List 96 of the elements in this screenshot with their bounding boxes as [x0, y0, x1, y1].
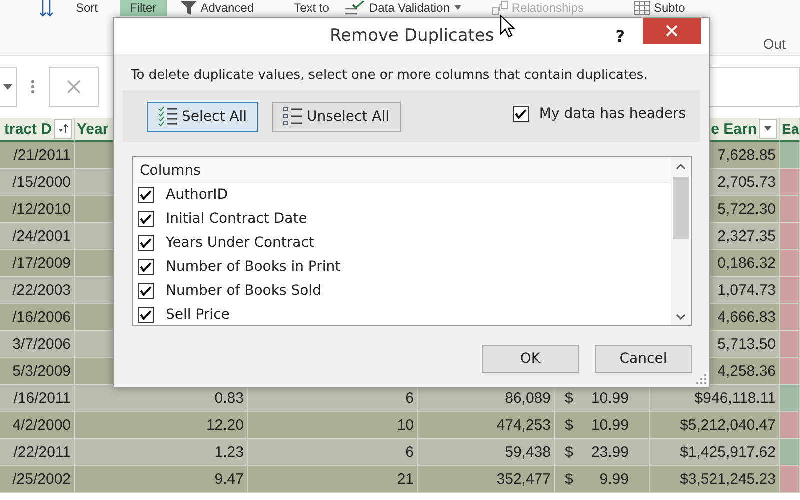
filter-button[interactable]: Filter	[120, 0, 167, 16]
table-cell: 3/7/2006	[0, 331, 75, 358]
ribbon-button[interactable]: Sort	[76, 0, 98, 14]
cancel-button[interactable]: Cancel	[595, 345, 692, 373]
table-cell: /21/2011	[0, 142, 75, 169]
table-cell: $3,521,245.23	[650, 466, 780, 493]
checkbox-label: My data has headers	[539, 106, 686, 122]
scroll-up-icon	[676, 163, 686, 171]
table-cell: /22/2011	[0, 439, 75, 466]
table-icon	[634, 0, 650, 14]
checkbox[interactable]	[513, 106, 530, 122]
caret-icon	[3, 84, 13, 90]
filter-dropdown-button[interactable]	[759, 119, 777, 139]
checklist-icon	[345, 0, 366, 14]
checkbox[interactable]	[138, 235, 154, 251]
ribbon-button[interactable]: Data Validation	[369, 0, 450, 14]
dialog-title: Remove Duplicates	[330, 26, 494, 46]
select-all-button[interactable]: Select All	[147, 102, 258, 132]
checkmark-icon	[140, 190, 152, 200]
table-cell: 12.20	[75, 412, 248, 439]
price-value: 23.99	[591, 444, 629, 460]
unselect-all-button[interactable]: Unselect All	[272, 102, 401, 132]
more-icon	[31, 80, 35, 94]
column-header: Ea	[782, 121, 800, 137]
scroll-down-icon	[676, 313, 686, 321]
list-item[interactable]: AuthorID	[166, 187, 228, 203]
list-icon	[283, 107, 303, 127]
checkbox[interactable]	[138, 211, 154, 227]
list-item[interactable]: Sell Price	[166, 307, 230, 323]
checkmark-icon	[515, 109, 528, 119]
list-item[interactable]: Number of Books in Print	[166, 259, 341, 275]
table-cell: $946,118.11	[650, 385, 780, 412]
table-cell: /12/2010	[0, 196, 75, 223]
checkmark-icon	[140, 238, 152, 248]
name-box-dropdown[interactable]	[0, 67, 17, 107]
sort-filter-button[interactable]	[54, 119, 72, 139]
ribbon-button[interactable]: Advanced	[200, 0, 254, 14]
relationships-icon	[492, 0, 508, 14]
sort-icon	[40, 0, 54, 16]
instruction-text: To delete duplicate values, select one or more columns that contain duplicates.	[131, 68, 648, 83]
table-cell: /25/2002	[0, 466, 75, 493]
checkmark-icon	[140, 214, 152, 224]
checkmark-icon	[140, 286, 152, 296]
currency-symbol: $	[565, 390, 574, 406]
ok-button[interactable]: OK	[482, 345, 579, 373]
table-cell: /17/2009	[0, 250, 75, 277]
table-cell: 21	[248, 466, 418, 493]
close-icon	[666, 25, 678, 37]
price-value: 10.99	[591, 416, 629, 434]
list-item[interactable]: Number of Books Sold	[166, 283, 322, 299]
checkbox[interactable]	[138, 307, 154, 323]
column-header: e Earn	[711, 120, 757, 138]
column-header: Year	[77, 120, 109, 138]
price-value: 9.99	[600, 470, 629, 488]
currency-symbol: $	[565, 470, 574, 488]
list-item[interactable]: Years Under Contract	[166, 235, 314, 251]
table-cell: 9.47	[75, 466, 248, 493]
table-cell: 4/2/2000	[0, 412, 75, 439]
currency-symbol: $	[565, 416, 574, 434]
checkmark-icon	[140, 262, 152, 272]
checkbox[interactable]	[138, 283, 154, 299]
table-cell: /16/2006	[0, 304, 75, 331]
list-header: Columns	[133, 157, 671, 183]
table-cell: 5/3/2009	[0, 358, 75, 385]
table-cell: /15/2000	[0, 169, 75, 196]
column-header: tract D	[4, 120, 52, 138]
table-cell: /16/2011	[0, 385, 75, 412]
table-cell: /22/2003	[0, 277, 75, 304]
currency-symbol: $	[565, 444, 574, 460]
list-item[interactable]: Initial Contract Date	[166, 211, 308, 227]
funnel-icon	[180, 0, 197, 14]
table-cell: 474,253	[418, 412, 555, 439]
close-button[interactable]	[643, 18, 701, 44]
close-icon	[67, 80, 81, 94]
table-cell: $1,425,917.62	[650, 439, 780, 466]
table-cell: 59,438	[418, 439, 555, 466]
checkmark-icon	[140, 310, 152, 320]
resize-grip-icon	[696, 374, 706, 384]
caret-icon	[454, 5, 462, 10]
table-cell: 6	[248, 439, 418, 466]
group-label: Out	[763, 36, 786, 52]
ribbon-button[interactable]: Text to	[294, 0, 330, 14]
checkbox[interactable]	[138, 259, 154, 275]
table-cell: 352,477	[418, 466, 555, 493]
ribbon-button[interactable]: Subto	[654, 0, 686, 14]
table-cell: /24/2001	[0, 223, 75, 250]
checklist-icon	[158, 107, 178, 127]
price-value: 10.99	[591, 390, 629, 406]
sort-arrow-icon	[58, 124, 68, 134]
table-cell: 1.23	[75, 439, 248, 466]
help-button[interactable]: ?	[616, 26, 625, 46]
scrollbar-thumb[interactable]	[673, 177, 689, 239]
table-cell: 0.83	[75, 385, 248, 412]
table-cell: $5,212,040.47	[650, 412, 780, 439]
table-cell: 10	[248, 412, 418, 439]
checkbox[interactable]	[138, 187, 154, 203]
